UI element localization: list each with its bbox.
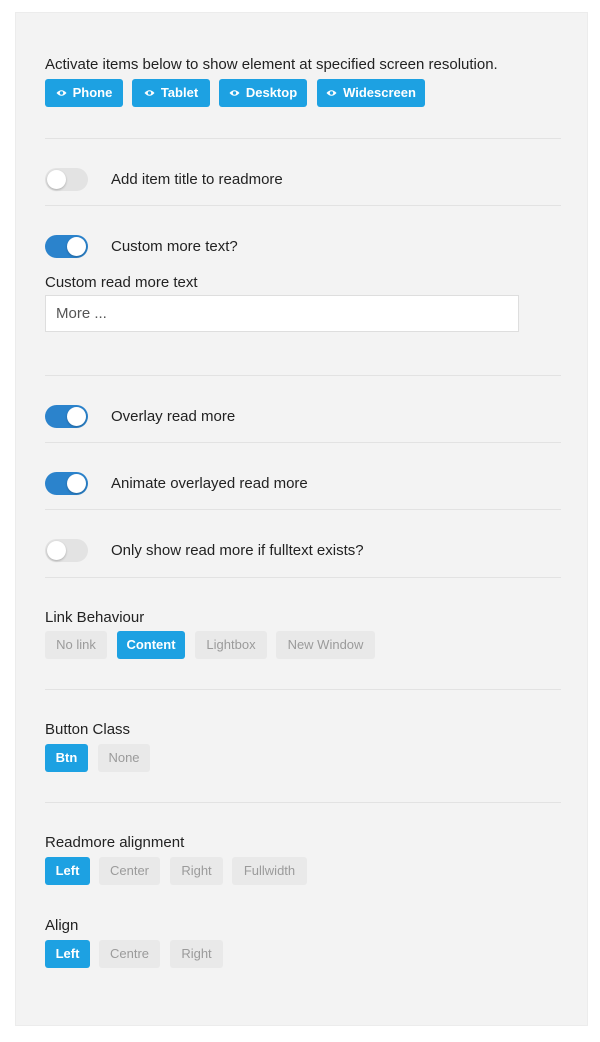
settings-panel: Activate items below to show element at … [15,12,588,1026]
toggle-knob [67,407,86,426]
align-label: Align [45,917,79,934]
readmore-align-option-center[interactable]: Center [99,857,160,885]
custom-more-toggle[interactable] [45,235,88,258]
eye-icon [144,89,155,96]
readmore-align-option-fullwidth[interactable]: Fullwidth [232,857,307,885]
overlay-toggle-label: Overlay read more [111,408,236,425]
readmore-alignment-label: Readmore alignment [45,834,185,851]
custom-text-label: Custom read more text [45,274,198,291]
link-option-new-window[interactable]: New Window [276,631,375,659]
desktop-button-label: Desktop [245,85,298,100]
item-title-toggle-label: Add item title to readmore [111,171,283,188]
readmore-align-option-right[interactable]: Right [170,857,223,885]
align-option-right[interactable]: Right [170,940,223,968]
divider [45,375,561,376]
desktop-button[interactable]: Desktop [219,79,307,107]
tablet-button[interactable]: Tablet [132,79,210,107]
divider [45,802,561,803]
overlay-toggle[interactable] [45,405,88,428]
toggle-knob [47,170,66,189]
link-option-lightbox[interactable]: Lightbox [195,631,267,659]
toggle-knob [47,541,66,560]
divider [45,442,561,443]
widescreen-button[interactable]: Widescreen [317,79,425,107]
divider [45,689,561,690]
item-title-toggle[interactable] [45,168,88,191]
eye-icon [229,89,240,96]
link-option-no-link[interactable]: No link [45,631,107,659]
toggle-knob [67,237,86,256]
eye-icon [326,89,337,96]
button-class-option-btn[interactable]: Btn [45,744,88,772]
tablet-button-label: Tablet [160,85,199,100]
divider [45,577,561,578]
divider [45,138,561,139]
fulltext-toggle[interactable] [45,539,88,562]
phone-button[interactable]: Phone [45,79,123,107]
link-behaviour-label: Link Behaviour [45,609,145,626]
custom-more-toggle-label: Custom more text? [111,238,238,255]
eye-icon [56,89,67,96]
toggle-knob [67,474,86,493]
divider [45,509,561,510]
link-option-content[interactable]: Content [117,631,185,659]
fulltext-toggle-label: Only show read more if fulltext exists? [111,542,364,559]
phone-button-label: Phone [72,85,113,100]
animate-toggle-label: Animate overlayed read more [111,475,308,492]
align-option-left[interactable]: Left [45,940,90,968]
custom-text-input[interactable] [45,295,519,332]
animate-toggle[interactable] [45,472,88,495]
divider [45,205,561,206]
responsive-intro-text: Activate items below to show element at … [45,56,498,73]
widescreen-button-label: Widescreen [343,85,416,100]
button-class-label: Button Class [45,721,131,738]
readmore-align-option-left[interactable]: Left [45,857,90,885]
button-class-option-none[interactable]: None [98,744,150,772]
align-option-centre[interactable]: Centre [99,940,160,968]
